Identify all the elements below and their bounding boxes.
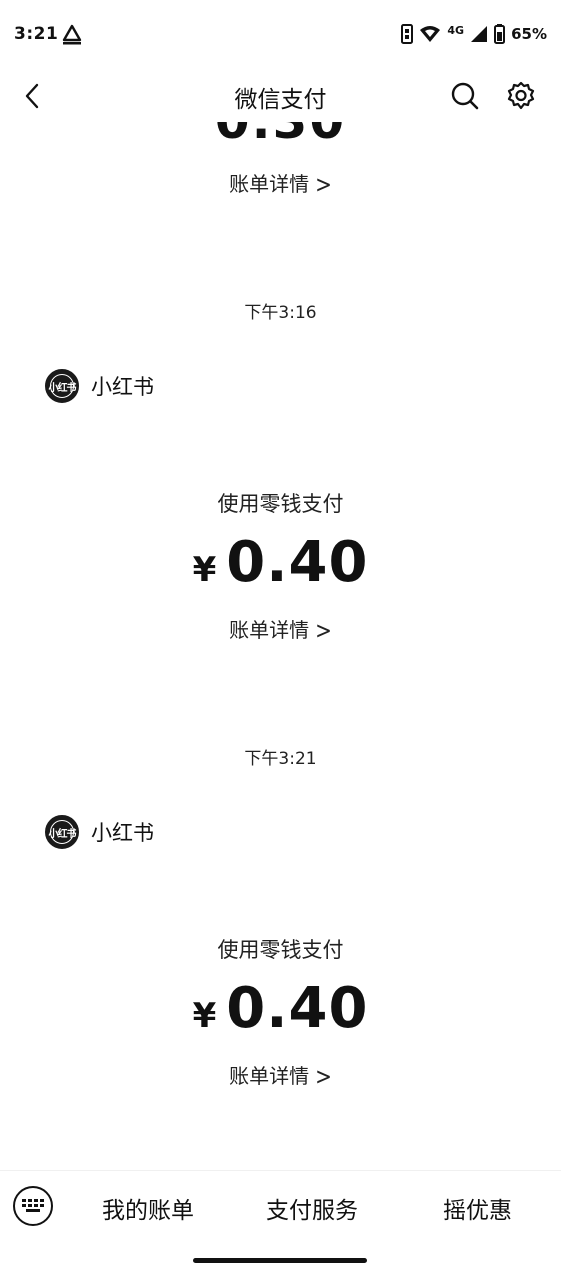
currency-symbol: ¥ (192, 550, 217, 590)
battery-level: 65% (511, 25, 547, 43)
merchant-name: 小红书 (91, 375, 154, 399)
merchant-logo: 小红书 (45, 369, 79, 403)
gear-icon (507, 81, 535, 110)
bill-detail-link[interactable]: 账单详情 > (0, 614, 561, 645)
search-icon (451, 82, 479, 110)
payment-method: 使用零钱支付 (217, 938, 344, 962)
wifi-icon (419, 25, 441, 43)
chevron-right-icon: > (315, 169, 332, 199)
settings-button[interactable] (503, 78, 539, 114)
chevron-right-icon: > (315, 615, 332, 645)
notification-app-icon (60, 24, 84, 46)
keyboard-toggle-button[interactable] (13, 1186, 53, 1226)
bill-detail-link[interactable]: 账单详情 > (0, 168, 561, 199)
merchant-header[interactable]: 小红书 小红书 (45, 814, 154, 850)
nfc-icon (401, 24, 414, 44)
bill-detail-link[interactable]: 账单详情 > (0, 1060, 561, 1091)
network-type: 4G (447, 23, 465, 37)
header: 微信支付 (0, 70, 561, 122)
partial-amount: 0.30 (0, 122, 561, 150)
menu-payment-services[interactable]: 支付服务 (266, 1191, 358, 1225)
home-indicator[interactable] (193, 1258, 367, 1263)
menu-my-bills[interactable]: 我的账单 (102, 1191, 194, 1225)
merchant-name: 小红书 (91, 821, 154, 845)
chevron-right-icon: > (315, 1061, 332, 1091)
bill-detail-label: 账单详情 (229, 1064, 310, 1088)
amount-value: 0.40 (226, 976, 369, 1041)
message-timestamp: 下午3:21 (244, 749, 317, 769)
payment-method: 使用零钱支付 (217, 492, 344, 516)
signal-icon (470, 25, 488, 43)
message-timestamp: 下午3:16 (244, 303, 317, 323)
payment-amount: ¥ 0.40 (0, 976, 561, 1041)
menu-shake-offers[interactable]: 摇优惠 (443, 1191, 512, 1225)
status-indicators: 4G 65% (401, 22, 547, 46)
bill-detail-label: 账单详情 (229, 172, 310, 196)
currency-symbol: ¥ (192, 996, 217, 1036)
merchant-logo: 小红书 (45, 815, 79, 849)
status-time: 3:21 (14, 24, 59, 44)
status-bar: 3:21 4G 65% (0, 0, 561, 70)
screen: 3:21 4G 65% 微信支付 账单详情 > 下午3:16 小红书 小红书 使… (0, 0, 561, 1280)
bill-detail-label: 账单详情 (229, 618, 310, 642)
search-button[interactable] (447, 78, 483, 114)
amount-value: 0.40 (226, 530, 369, 595)
payment-amount: ¥ 0.40 (0, 530, 561, 595)
merchant-header[interactable]: 小红书 小红书 (45, 368, 154, 404)
keyboard-icon (22, 1199, 44, 1212)
bottom-menu-bar: 我的账单 支付服务 摇优惠 (0, 1170, 561, 1243)
payment-feed[interactable]: 0.30 账单详情> 下午3:16 小红书 小红书 使用零钱支付 ¥ 0.40 … (0, 122, 561, 1152)
battery-icon (494, 24, 506, 44)
